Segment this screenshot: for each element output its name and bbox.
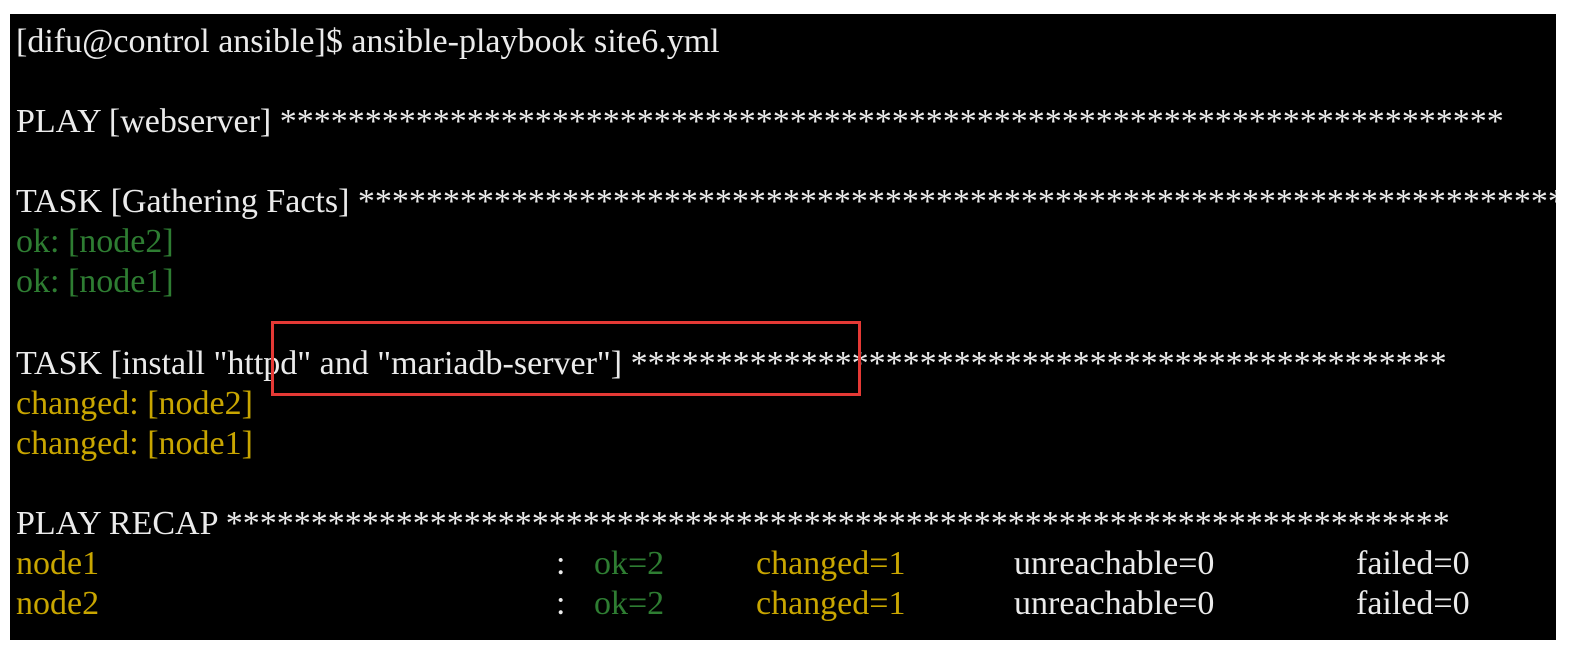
recap-changed: changed=1: [756, 585, 906, 622]
play-recap-header: PLAY RECAP *****************************…: [16, 505, 1450, 542]
play-header: PLAY [webserver] ***********************…: [16, 103, 1504, 140]
task-result-changed: changed: [node1]: [16, 425, 253, 462]
command-prompt: [difu@control ansible]$ ansible-playbook…: [16, 23, 720, 60]
recap-changed: changed=1: [756, 545, 906, 582]
task-result-ok: ok: [node2]: [16, 223, 174, 260]
recap-unreachable: unreachable=0: [1014, 545, 1215, 582]
recap-separator: :: [556, 585, 566, 622]
recap-host: node1: [16, 545, 100, 582]
recap-failed: failed=0: [1356, 545, 1470, 582]
task-install-header: TASK [install "httpd" and "mariadb-serve…: [16, 345, 1447, 382]
recap-unreachable: unreachable=0: [1014, 585, 1215, 622]
task-result-changed: changed: [node2]: [16, 385, 253, 422]
task-result-ok: ok: [node1]: [16, 263, 174, 300]
recap-failed: failed=0: [1356, 585, 1470, 622]
task-gathering-facts-header: TASK [Gathering Facts] *****************…: [16, 183, 1556, 220]
recap-ok: ok=2: [594, 585, 665, 622]
recap-host: node2: [16, 585, 100, 622]
recap-separator: :: [556, 545, 566, 582]
recap-ok: ok=2: [594, 545, 665, 582]
terminal-window[interactable]: [difu@control ansible]$ ansible-playbook…: [10, 14, 1556, 640]
